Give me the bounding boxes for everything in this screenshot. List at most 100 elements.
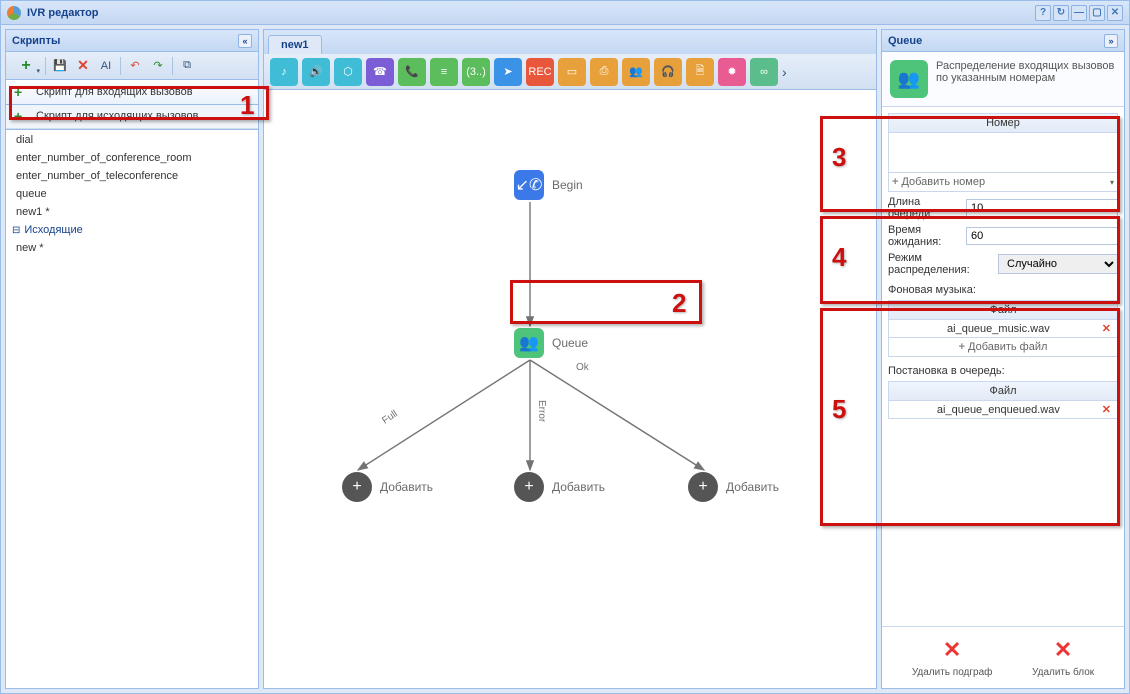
palette-block[interactable]: ➤ (494, 58, 522, 86)
plus-icon: + (14, 84, 30, 100)
palette-block[interactable]: ≡ (430, 58, 458, 86)
node-queue-label: Queue (552, 336, 588, 350)
delete-icon: ✕ (1054, 637, 1072, 663)
palette-block[interactable]: 👥 (622, 58, 650, 86)
block-description: Распределение входящих вызовов по указан… (936, 60, 1116, 98)
node-add-2[interactable]: + Добавить (514, 472, 605, 502)
palette-block[interactable]: ⬡ (334, 58, 362, 86)
number-list (888, 133, 1118, 173)
mode-select[interactable]: Случайно (998, 254, 1118, 274)
palette-block[interactable]: REC (526, 58, 554, 86)
editor-panel: new1 ♪🔊⬡☎📞≡(3..)➤REC▭⎙👥🎧🗎✹∞› ↙✆ Begin 👥 (263, 29, 877, 689)
mode-label: Режим распределения: (888, 252, 998, 276)
node-begin-label: Begin (552, 178, 583, 192)
plus-icon: + (514, 472, 544, 502)
enqueue-label: Постановка в очередь: (888, 365, 1118, 377)
help-button[interactable]: ? (1035, 5, 1051, 21)
node-add-label: Добавить (552, 480, 605, 494)
edge-error-label: Error (536, 400, 547, 422)
properties-panel: Queue » 👥 Распределение входящих вызовов… (881, 29, 1125, 689)
scripts-title: Скрипты (12, 35, 60, 47)
minimize-button[interactable]: — (1071, 5, 1087, 21)
queue-block-icon: 👥 (890, 60, 928, 98)
export-button[interactable]: ↷ (147, 55, 169, 77)
import-button[interactable]: ↶ (124, 55, 146, 77)
script-item[interactable]: enter_number_of_conference_room (6, 149, 258, 167)
palette-block[interactable]: ∞ (750, 58, 778, 86)
outgoing-header[interactable]: Исходящие (6, 221, 258, 239)
palette-block[interactable]: 🎧 (654, 58, 682, 86)
plus-icon: + (14, 108, 30, 124)
script-item[interactable]: enter_number_of_teleconference (6, 167, 258, 185)
palette-block[interactable]: ▭ (558, 58, 586, 86)
delete-button[interactable]: ✕ (72, 55, 94, 77)
palette-block[interactable]: 📞 (398, 58, 426, 86)
titlebar: IVR редактор ? ↻ — ▢ ✕ (1, 1, 1129, 25)
menu-incoming-script[interactable]: + Скрипт для входящих вызовов (5, 79, 259, 105)
node-add-1[interactable]: + Добавить (342, 472, 433, 502)
rename-button[interactable]: AI (95, 55, 117, 77)
collapse-right-button[interactable]: » (1104, 34, 1118, 48)
add-number-button[interactable]: +Добавить номер (888, 173, 1118, 192)
enqueue-file-name: ai_queue_enqueued.wav (895, 404, 1102, 416)
plus-icon: + (688, 472, 718, 502)
begin-icon: ↙✆ (514, 170, 544, 200)
palette-block[interactable]: ♪ (270, 58, 298, 86)
enqueue-file-row[interactable]: ai_queue_enqueued.wav ✕ (888, 401, 1118, 419)
collapse-left-button[interactable]: « (238, 34, 252, 48)
palette-block[interactable]: (3..) (462, 58, 490, 86)
palette-block[interactable]: ⎙ (590, 58, 618, 86)
delete-icon: ✕ (943, 637, 961, 663)
edge-ok-label: Ok (576, 362, 589, 373)
properties-title: Queue (888, 35, 922, 47)
plus-icon: + (342, 472, 372, 502)
canvas[interactable]: ↙✆ Begin 👥 Queue + Добавить + Добавить + (264, 90, 876, 688)
maximize-button[interactable]: ▢ (1089, 5, 1105, 21)
delete-block-button[interactable]: ✕Удалить блок (1032, 637, 1094, 678)
close-button[interactable]: ✕ (1107, 5, 1123, 21)
scripts-toolbar: + 💾 ✕ AI ↶ ↷ ⧉ (6, 52, 258, 80)
add-music-file-button[interactable]: +Добавить файл (888, 338, 1118, 357)
node-add-label: Добавить (726, 480, 779, 494)
node-add-label: Добавить (380, 480, 433, 494)
remove-enqueue-file-button[interactable]: ✕ (1102, 403, 1111, 416)
number-header: Номер (888, 113, 1118, 133)
app-logo-icon (7, 6, 21, 20)
add-script-menu: + Скрипт для входящих вызовов + Скрипт д… (5, 79, 259, 130)
queue-icon: 👥 (514, 328, 544, 358)
file-header-2: Файл (888, 381, 1118, 401)
music-file-row[interactable]: ai_queue_music.wav ✕ (888, 320, 1118, 338)
wait-input[interactable] (966, 227, 1118, 245)
tab-bar: new1 (264, 30, 876, 54)
qlen-label: Длина очереди: (888, 196, 966, 220)
file-header: Файл (888, 300, 1118, 320)
scripts-panel: Скрипты « + 💾 ✕ AI ↶ ↷ ⧉ + Скрипт для вх… (5, 29, 259, 689)
music-file-name: ai_queue_music.wav (895, 323, 1102, 335)
menu-outgoing-label: Скрипт для исходящих вызовов (36, 110, 198, 122)
palette-block[interactable]: 🔊 (302, 58, 330, 86)
script-item[interactable]: new * (6, 239, 258, 257)
palette-block[interactable]: ✹ (718, 58, 746, 86)
app-title: IVR редактор (27, 7, 99, 19)
script-item[interactable]: new1 * (6, 203, 258, 221)
menu-incoming-label: Скрипт для входящих вызовов (36, 86, 193, 98)
add-script-button[interactable]: + (10, 55, 42, 77)
delete-subgraph-button[interactable]: ✕Удалить подграф (912, 637, 993, 678)
refresh-button[interactable]: ↻ (1053, 5, 1069, 21)
menu-outgoing-script[interactable]: + Скрипт для исходящих вызовов (6, 104, 258, 129)
script-item[interactable]: dial (6, 131, 258, 149)
node-queue[interactable]: 👥 Queue (514, 328, 588, 358)
save-button[interactable]: 💾 (49, 55, 71, 77)
script-item[interactable]: queue (6, 185, 258, 203)
palette-block[interactable]: ☎ (366, 58, 394, 86)
palette-scroll-right[interactable]: › (782, 64, 787, 80)
qlen-input[interactable] (966, 199, 1118, 217)
tab-new1[interactable]: new1 (268, 35, 322, 54)
palette-block[interactable]: 🗎 (686, 58, 714, 86)
remove-music-file-button[interactable]: ✕ (1102, 322, 1111, 335)
copy-button[interactable]: ⧉ (176, 55, 198, 77)
bgmusic-label: Фоновая музыка: (888, 284, 1118, 296)
node-begin[interactable]: ↙✆ Begin (514, 170, 583, 200)
node-add-3[interactable]: + Добавить (688, 472, 779, 502)
scripts-tree: dialenter_number_of_conference_roomenter… (6, 129, 258, 688)
